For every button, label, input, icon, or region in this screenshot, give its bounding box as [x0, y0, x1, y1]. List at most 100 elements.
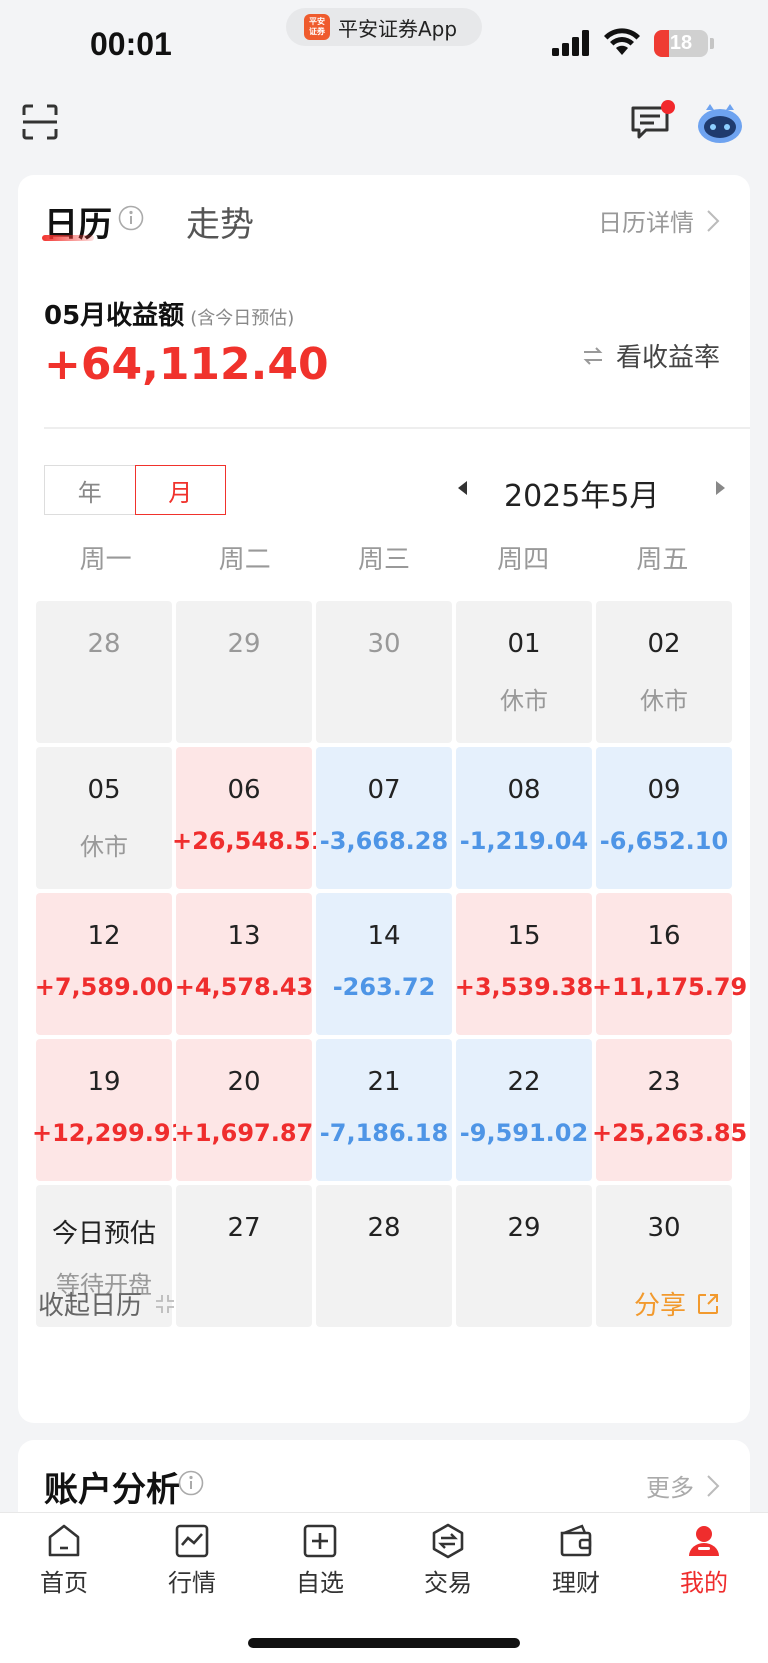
- status-time: 00:01: [90, 26, 172, 62]
- prev-month-icon[interactable]: [458, 481, 467, 495]
- collapse-calendar-button[interactable]: 收起日历: [38, 1285, 176, 1322]
- calendar-day-cell[interactable]: 20 +1,697.87: [175, 1039, 313, 1181]
- calendar-detail-label: 日历详情: [598, 209, 694, 237]
- calendar-day-cell[interactable]: 29: [456, 1185, 592, 1327]
- info-icon[interactable]: [178, 1470, 204, 1496]
- tab-home[interactable]: 首页: [0, 1523, 128, 1598]
- weekday-header: 周一 周二 周三 周四 周五: [36, 539, 732, 576]
- calendar-day-cell[interactable]: 08 -1,219.04: [456, 747, 592, 889]
- calendar-day-profit: +3,539.38: [454, 973, 594, 1001]
- calendar-day-cell[interactable]: 06 +26,548.51: [172, 747, 327, 889]
- calendar-day-number: 28: [367, 1213, 401, 1243]
- calendar-day-profit: +7,589.00: [34, 973, 174, 1001]
- calendar-day-cell[interactable]: 12 +7,589.00: [35, 893, 173, 1035]
- calendar-day-number: 13: [227, 921, 261, 951]
- tab-home-label: 首页: [40, 1569, 88, 1597]
- calendar-day-cell[interactable]: 15 +3,539.38: [455, 893, 593, 1035]
- calendar-day-cell[interactable]: 05 休市: [36, 747, 172, 889]
- calendar-day-profit: -9,591.02: [459, 1119, 589, 1147]
- signal-icon: [552, 30, 589, 56]
- calendar-day-profit: +25,263.85: [592, 1119, 748, 1147]
- tab-wealth-label: 理财: [552, 1569, 600, 1597]
- calendar-day-profit: +12,299.91: [32, 1119, 188, 1147]
- app-logo-icon: 平安 证券: [304, 14, 330, 40]
- calendar-day-cell[interactable]: 09 -6,652.10: [596, 747, 732, 889]
- app-name: 平安证券App: [338, 16, 458, 41]
- info-icon[interactable]: [118, 205, 144, 231]
- calendar-day-cell[interactable]: 28: [316, 1185, 452, 1327]
- calendar-day-cell[interactable]: 13 +4,578.43: [175, 893, 313, 1035]
- calendar-day-cell[interactable]: 01 休市: [456, 601, 592, 743]
- tab-wealth[interactable]: 理财: [512, 1523, 640, 1598]
- toggle-profit-rate-button[interactable]: 看收益率: [582, 337, 720, 374]
- calendar-grid: 28 29 30 01 休市 02 休市 05 休市 06 +26,548.51 07 -3,668.2…: [32, 601, 747, 1327]
- calendar-day-number: 09: [647, 775, 681, 805]
- tab-trend[interactable]: 走势: [186, 197, 254, 246]
- weekday-label: 周一: [79, 545, 132, 575]
- current-month: 2025年5月: [504, 479, 660, 514]
- calendar-day-number: 23: [647, 1067, 681, 1097]
- wallet-icon: [560, 1524, 592, 1557]
- tab-watchlist[interactable]: 自选: [256, 1523, 384, 1598]
- calendar-day-cell[interactable]: 30: [316, 601, 452, 743]
- scan-icon[interactable]: [22, 104, 58, 140]
- home-indicator: [248, 1638, 520, 1648]
- tab-mine[interactable]: 我的: [640, 1523, 768, 1598]
- status-bar: 00:01 平安 证券 平安证券App 18: [0, 0, 768, 88]
- calendar-day-number: 16: [647, 921, 681, 951]
- calendar-day-number: 20: [227, 1067, 261, 1097]
- calendar-day-number: 19: [87, 1067, 121, 1097]
- period-segmented-control: 年 月: [44, 465, 226, 515]
- calendar-day-number: 05: [87, 775, 121, 805]
- segment-month[interactable]: 月: [134, 465, 226, 515]
- calendar-day-number: 30: [647, 1213, 681, 1243]
- calendar-day-number: 15: [507, 921, 541, 951]
- month-navigator: 2025年5月: [458, 465, 738, 515]
- message-unread-dot: [661, 100, 675, 114]
- calendar-day-profit: 休市: [500, 687, 548, 715]
- wifi-icon: [604, 28, 640, 55]
- weekday-label: 周四: [497, 545, 550, 575]
- robot-assistant-icon[interactable]: [696, 100, 744, 146]
- add-watchlist-icon: [303, 1524, 337, 1558]
- trade-icon: [432, 1523, 464, 1559]
- tab-market-label: 行情: [168, 1569, 216, 1597]
- collapse-icon: [156, 1294, 175, 1313]
- calendar-day-cell[interactable]: 28: [36, 601, 172, 743]
- collapse-calendar-label: 收起日历: [38, 1291, 143, 1321]
- calendar-day-cell[interactable]: 23 +25,263.85: [592, 1039, 747, 1181]
- tab-market[interactable]: 行情: [128, 1523, 256, 1598]
- calendar-day-number: 今日预估: [51, 1219, 156, 1249]
- chevron-right-icon: [707, 1474, 720, 1497]
- tab-active-indicator: [42, 235, 94, 241]
- weekday-label: 周五: [636, 545, 689, 575]
- next-month-icon[interactable]: [716, 481, 725, 495]
- calendar-day-cell[interactable]: 19 +12,299.91: [32, 1039, 187, 1181]
- calendar-day-cell[interactable]: 14 -263.72: [316, 893, 452, 1035]
- share-button[interactable]: 分享: [634, 1285, 720, 1322]
- battery-icon: 18: [654, 30, 708, 57]
- account-analysis-more-link[interactable]: 更多: [646, 1468, 720, 1503]
- calendar-day-cell[interactable]: 29: [176, 601, 312, 743]
- tab-trade[interactable]: 交易: [384, 1523, 512, 1598]
- calendar-day-profit: -7,186.18: [319, 1119, 449, 1147]
- calendar-day-cell[interactable]: 16 +11,175.79: [592, 893, 747, 1035]
- segment-year[interactable]: 年: [44, 465, 135, 515]
- calendar-day-profit: +26,548.51: [172, 827, 328, 855]
- calendar-day-number: 27: [227, 1213, 261, 1243]
- calendar-day-number: 21: [367, 1067, 401, 1097]
- month-profit-note: (含今日预估): [190, 308, 295, 329]
- profit-calendar-card: 日历 走势 日历详情 05月收益额 (含今日预估) +64,112.40 看收益率…: [18, 175, 750, 1423]
- calendar-day-number: 29: [227, 629, 261, 659]
- calendar-day-number: 29: [507, 1213, 541, 1243]
- calendar-detail-link[interactable]: 日历详情: [598, 203, 720, 238]
- calendar-day-profit: +1,697.87: [174, 1119, 314, 1147]
- weekday-label: 周三: [357, 545, 410, 575]
- calendar-day-cell[interactable]: 02 休市: [596, 601, 732, 743]
- toggle-profit-rate-label: 看收益率: [615, 343, 720, 373]
- app-return-pill[interactable]: 平安 证券 平安证券App: [286, 8, 482, 46]
- calendar-day-cell[interactable]: 22 -9,591.02: [456, 1039, 592, 1181]
- calendar-day-cell[interactable]: 21 -7,186.18: [316, 1039, 452, 1181]
- calendar-day-cell[interactable]: 27: [176, 1185, 312, 1327]
- calendar-day-cell[interactable]: 07 -3,668.28: [316, 747, 452, 889]
